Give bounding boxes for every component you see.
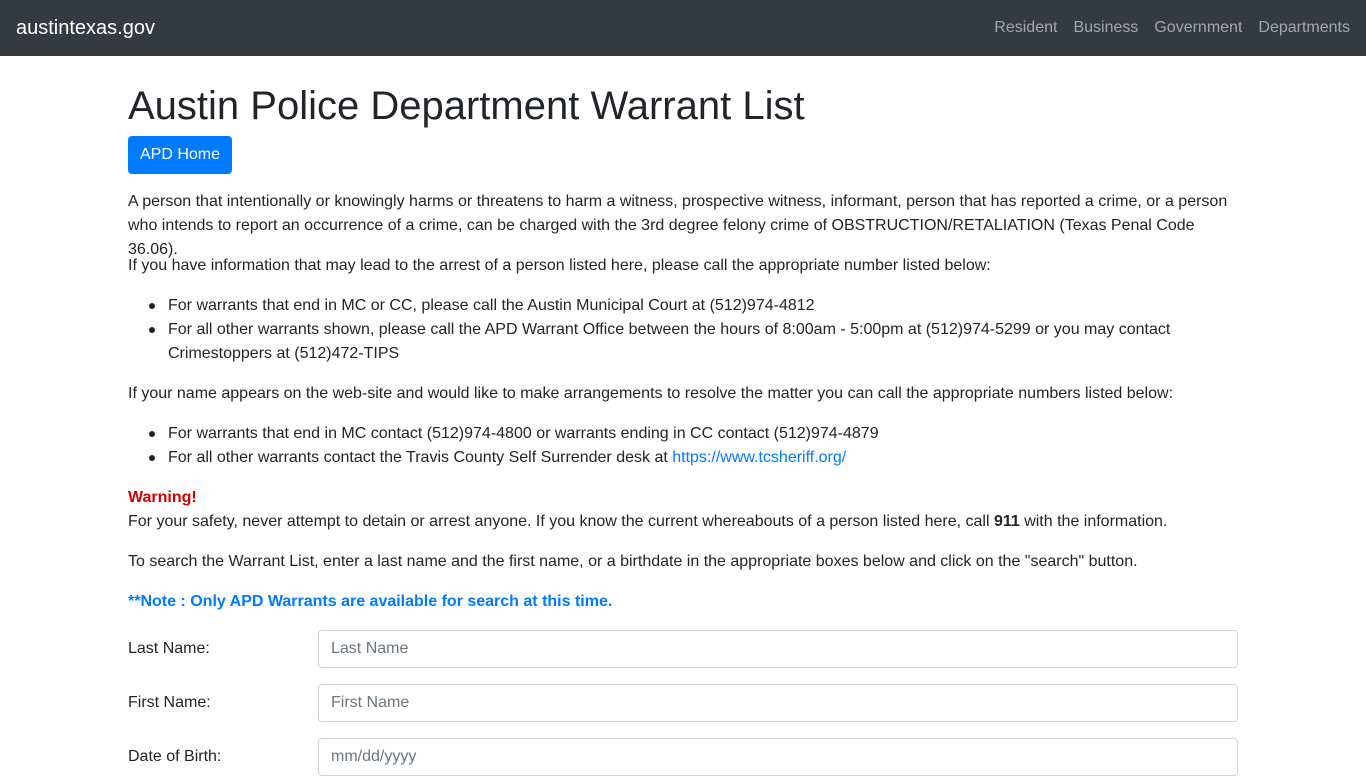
last-name-label: Last Name: (128, 640, 210, 657)
resolve-list: For warrants that end in MC contact (512… (128, 422, 1238, 470)
warning-text-end: with the information. (1019, 513, 1168, 530)
dob-label: Date of Birth: (128, 748, 222, 765)
search-instructions: To search the Warrant List, enter a last… (128, 553, 1138, 570)
intro-paragraph: A person that intentionally or knowingly… (128, 193, 1228, 258)
resolve-lead-paragraph: If your name appears on the web-site and… (128, 385, 1174, 402)
nav-link-departments[interactable]: Departments (1258, 17, 1350, 39)
nav-link-government[interactable]: Government (1154, 17, 1242, 39)
info-list: For warrants that end in MC or CC, pleas… (128, 294, 1238, 366)
list-item: For all other warrants contact the Travi… (128, 446, 1238, 470)
warning-block: Warning! For your safety, never attempt … (128, 486, 1238, 534)
apd-home-button[interactable]: APD Home (128, 136, 232, 174)
last-name-row: Last Name: (128, 630, 1238, 668)
nav-link-business[interactable]: Business (1073, 17, 1138, 39)
first-name-row: First Name: (128, 684, 1238, 722)
list-item: For warrants that end in MC or CC, pleas… (128, 294, 1238, 318)
info-lead-paragraph: If you have information that may lead to… (128, 257, 991, 274)
page-title: Austin Police Department Warrant List (128, 84, 805, 128)
warning-label: Warning! (128, 489, 197, 506)
list-item: For warrants that end in MC contact (512… (128, 422, 1238, 446)
first-name-label: First Name: (128, 694, 211, 711)
dob-input[interactable] (318, 738, 1238, 776)
list-item: For all other warrants shown, please cal… (128, 318, 1238, 366)
brand-link[interactable]: austintexas.gov (16, 15, 155, 41)
last-name-input[interactable] (318, 630, 1238, 668)
dob-row: Date of Birth: (128, 738, 1238, 776)
warning-text: For your safety, never attempt to detain… (128, 513, 994, 530)
nav-link-resident[interactable]: Resident (994, 17, 1057, 39)
first-name-input[interactable] (318, 684, 1238, 722)
resolve-item-text: For all other warrants contact the Travi… (168, 449, 673, 466)
note-text: **Note : Only APD Warrants are available… (128, 593, 613, 610)
nav-links: Resident Business Government Departments (978, 17, 1350, 39)
tcsheriff-link[interactable]: https://www.tcsheriff.org/ (672, 449, 846, 466)
top-navbar: austintexas.gov Resident Business Govern… (0, 0, 1366, 56)
emergency-number: 911 (993, 513, 1020, 530)
